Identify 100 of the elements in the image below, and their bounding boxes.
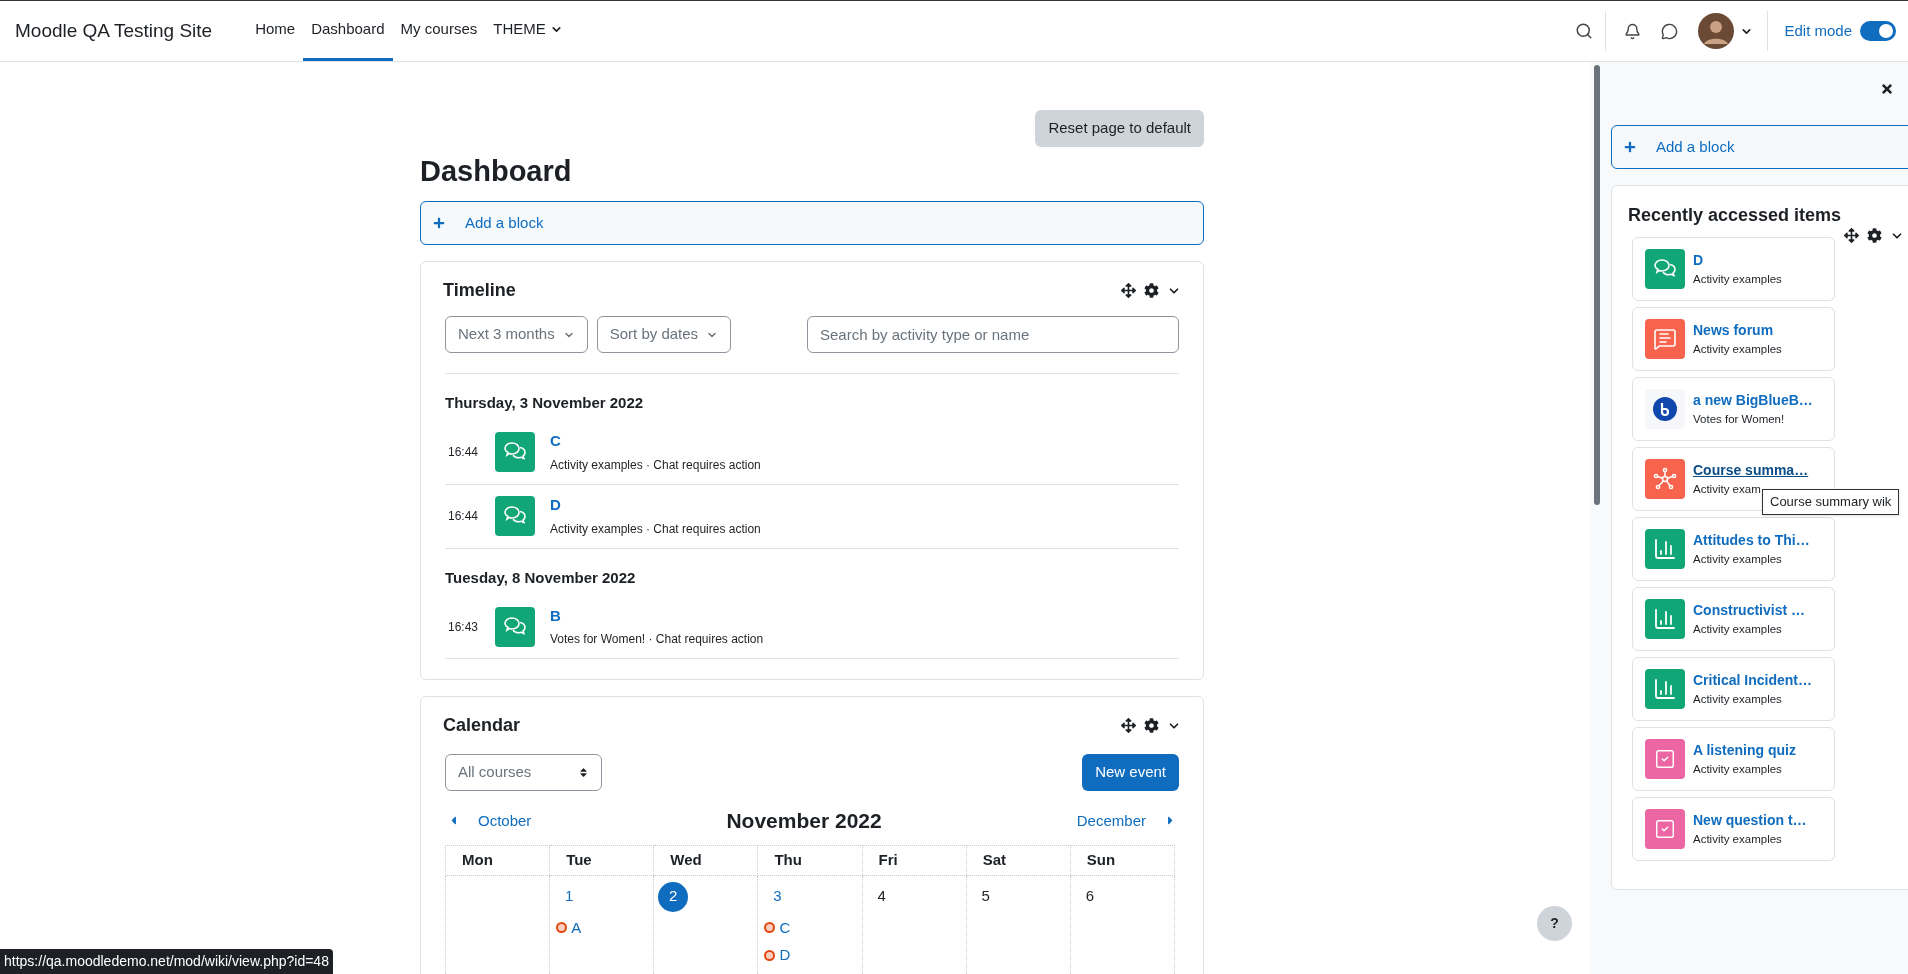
item-subtitle: Activity examples	[1693, 831, 1783, 847]
edit-mode-toggle[interactable]	[1860, 21, 1896, 41]
block-title: Calendar	[443, 714, 521, 737]
nav-menu[interactable]: THEME	[485, 1, 571, 61]
avatar	[1698, 13, 1735, 49]
calendar-event[interactable]: D	[764, 944, 862, 967]
event-link[interactable]: D	[550, 494, 761, 517]
plus-icon	[1624, 141, 1636, 153]
weekday-header: Wed	[653, 845, 758, 875]
weekday-header: Mon	[445, 845, 550, 875]
settings-icon[interactable]	[1144, 283, 1159, 298]
activity-icon	[1645, 669, 1685, 709]
item-subtitle: Activity exam	[1693, 481, 1762, 497]
item-link[interactable]: D	[1693, 249, 1782, 271]
item-link[interactable]: News forum	[1693, 319, 1782, 341]
item-link[interactable]: a new BigBlueB…	[1693, 389, 1813, 411]
help-button[interactable]: ?	[1537, 906, 1572, 941]
item-subtitle: Activity examples	[1693, 341, 1782, 357]
item-subtitle: Activity examples	[1693, 691, 1783, 707]
item-link[interactable]: New question t…	[1693, 809, 1807, 831]
event-time: 16:44	[447, 444, 480, 461]
new-event-button[interactable]: New event	[1082, 754, 1179, 791]
item-link[interactable]: A listening quiz	[1693, 739, 1796, 761]
weekday-header: Sun	[1070, 845, 1175, 875]
scrollbar[interactable]	[1594, 65, 1600, 505]
filter-dropdown[interactable]: Sort by dates	[596, 316, 732, 353]
activity-icon	[1645, 249, 1685, 289]
block-title: Recently accessed items	[1628, 204, 1843, 227]
recent-item-card[interactable]: D Activity examples	[1632, 237, 1835, 301]
month-title: November 2022	[726, 808, 882, 834]
site-name[interactable]: Moodle QA Testing Site	[15, 16, 213, 46]
item-link[interactable]: Constructivist …	[1693, 599, 1805, 621]
item-link[interactable]: Critical Incident…	[1693, 669, 1813, 691]
settings-icon[interactable]	[1867, 228, 1882, 243]
item-link[interactable]: Course summa…	[1693, 459, 1809, 481]
event-details: Votes for Women! · Chat requires action	[550, 631, 764, 649]
search-icon[interactable]	[1575, 22, 1594, 40]
day-number: 4	[876, 886, 887, 907]
add-block-button[interactable]: Add a block	[1611, 125, 1908, 169]
move-icon[interactable]	[1121, 283, 1136, 298]
day-number[interactable]: 1	[554, 881, 585, 912]
activity-icon	[1645, 599, 1685, 639]
plus-icon	[433, 217, 445, 229]
recent-item-card[interactable]: a new BigBlueB… Votes for Women!	[1632, 377, 1835, 441]
event-time: 16:44	[447, 508, 480, 525]
recent-item-card[interactable]: Constructivist … Activity examples	[1632, 587, 1835, 651]
recent-item-card[interactable]: New question t… Activity examples	[1632, 797, 1835, 861]
previous-month-link[interactable]: October	[445, 809, 532, 832]
close-icon[interactable]	[1880, 82, 1894, 96]
activity-icon	[1645, 319, 1685, 359]
course-select[interactable]: All courses	[445, 754, 602, 791]
recent-item-card[interactable]: Attitudes to Thi… Activity examples	[1632, 517, 1835, 581]
chat-icon	[495, 606, 535, 647]
move-icon[interactable]	[1844, 228, 1859, 243]
weekday-header: Sat	[966, 845, 1071, 875]
activity-icon	[1645, 739, 1685, 779]
recent-item-card[interactable]: Critical Incident… Activity examples	[1632, 657, 1835, 721]
today-marker[interactable]: 2	[658, 881, 689, 912]
chat-icon	[495, 496, 535, 536]
item-subtitle: Activity examples	[1693, 761, 1783, 777]
recent-item-card[interactable]: News forum Activity examples	[1632, 307, 1835, 371]
nav-link[interactable]: Home	[247, 1, 304, 61]
calendar-event[interactable]: A	[556, 916, 654, 939]
move-icon[interactable]	[1121, 718, 1136, 733]
settings-icon[interactable]	[1144, 718, 1159, 733]
date-heading: Thursday, 3 November 2022	[445, 393, 645, 413]
filter-dropdown[interactable]: Next 3 months	[445, 316, 588, 353]
item-subtitle: Activity examples	[1693, 551, 1783, 567]
activity-icon	[1645, 389, 1685, 429]
add-block-button[interactable]: Add a block	[420, 201, 1204, 245]
day-number: 5	[980, 886, 991, 907]
weekday-header: Tue	[549, 845, 654, 875]
notifications-icon[interactable]	[1624, 22, 1642, 40]
item-link[interactable]: Attitudes to Thi…	[1693, 529, 1810, 551]
search-field[interactable]: Search by activity type or name	[807, 316, 1179, 353]
calendar-event[interactable]: C	[764, 916, 862, 939]
item-subtitle: Activity examples	[1693, 271, 1782, 287]
weekday-header: Thu	[757, 845, 863, 875]
reset-page-button[interactable]: Reset page to default	[1035, 110, 1204, 147]
status-url: https://qa.moodledemo.net/mod/wiki/view.php?id=48	[0, 949, 333, 974]
item-subtitle: Votes for Women!	[1693, 411, 1786, 427]
day-number[interactable]: 3	[762, 881, 793, 912]
day-number: 6	[1084, 886, 1095, 907]
next-month-link[interactable]: December	[1076, 809, 1179, 832]
block-title: Timeline	[443, 279, 516, 302]
event-link[interactable]: C	[550, 430, 761, 453]
chat-icon	[495, 432, 535, 472]
messages-icon[interactable]	[1661, 22, 1679, 40]
weekday-header: Fri	[862, 845, 967, 875]
date-heading: Tuesday, 8 November 2022	[445, 567, 637, 588]
event-time: 16:43	[447, 618, 480, 636]
recent-item-card[interactable]: A listening quiz Activity examples	[1632, 727, 1835, 791]
event-details: Activity examples · Chat requires action	[550, 520, 761, 538]
page-title: Dashboard	[420, 154, 573, 189]
event-link[interactable]: B	[550, 604, 764, 628]
nav-link[interactable]: Dashboard	[303, 1, 393, 61]
nav-link[interactable]: My courses	[392, 1, 486, 61]
sort-icon	[578, 767, 589, 778]
item-subtitle: Activity examples	[1693, 621, 1783, 637]
activity-icon	[1645, 459, 1685, 499]
